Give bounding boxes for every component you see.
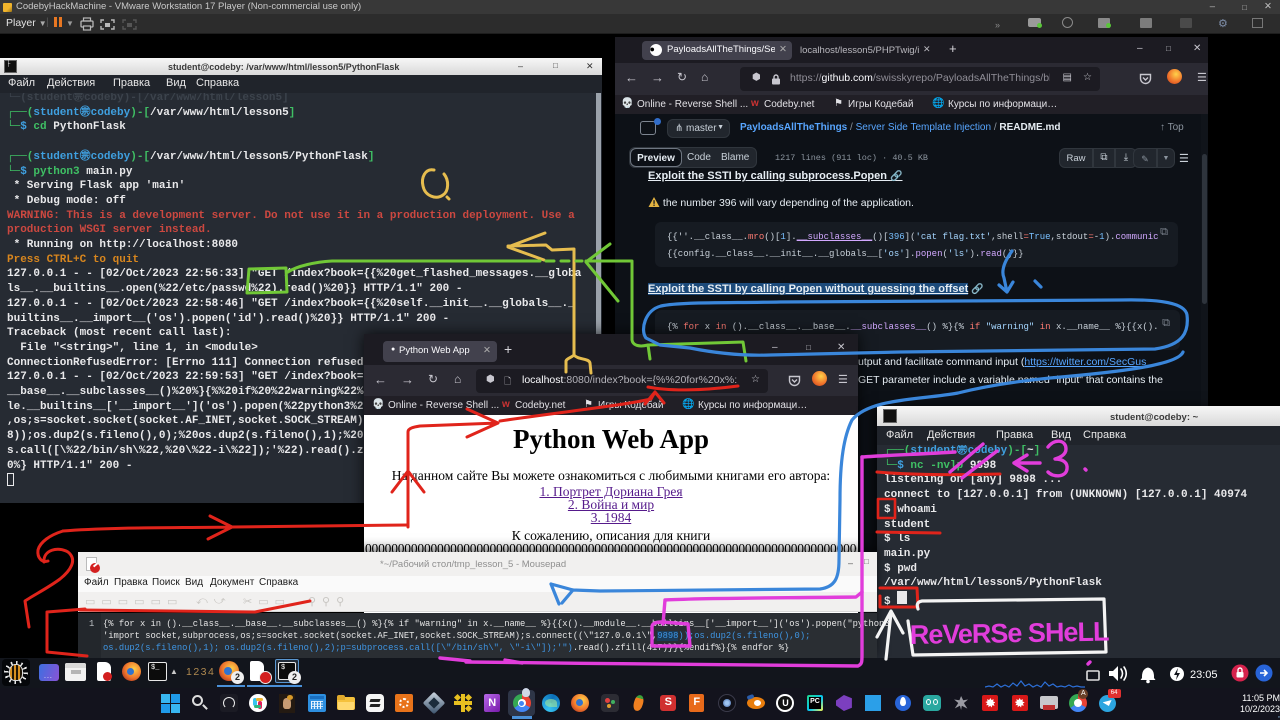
svg-text:23:05: 23:05 bbox=[1190, 669, 1218, 681]
